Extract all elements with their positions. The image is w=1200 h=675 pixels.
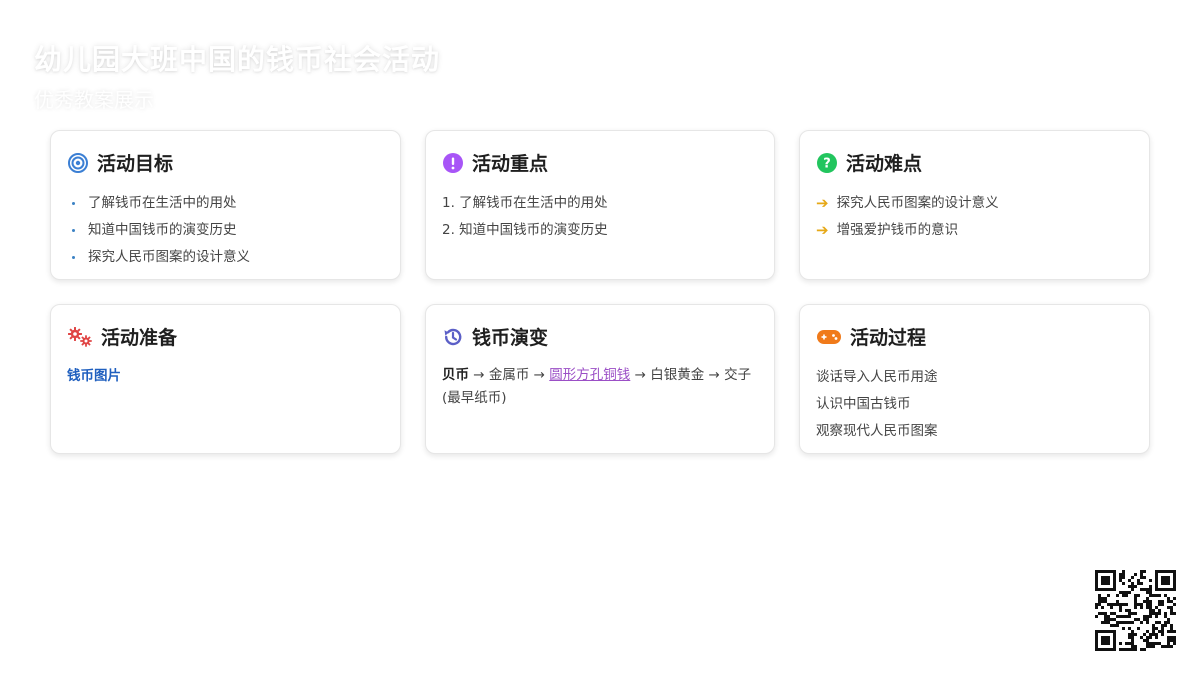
exclamation-icon <box>442 152 464 174</box>
card-goals-title: 活动目标 <box>97 153 174 175</box>
page-subtitle: 优秀教案展示 <box>34 88 154 112</box>
card-preparation: 活动准备 钱币图片 <box>50 304 401 454</box>
goals-list: 了解钱币在生活中的用处 知道中国钱币的演变历史 探究人民币图案的设计意义 <box>67 190 384 271</box>
question-icon: ? <box>816 152 838 174</box>
card-difficulties-title: 活动难点 <box>846 153 923 175</box>
list-item: ➔ 探究人民币图案的设计意义 <box>816 190 1133 217</box>
list-item: 观察现代人民币图案 <box>816 423 938 439</box>
difficulties-list: ➔ 探究人民币图案的设计意义 ➔ 增强爱护钱币的意识 <box>816 190 1133 244</box>
keypoints-list: 1. 了解钱币在生活中的用处 2. 知道中国钱币的演变历史 <box>442 190 758 244</box>
list-item: 知道中国钱币的演变历史 <box>67 217 384 244</box>
card-keypoints: 活动重点 1. 了解钱币在生活中的用处 2. 知道中国钱币的演变历史 <box>425 130 775 280</box>
svg-text:?: ? <box>823 156 831 171</box>
card-evolution: 钱币演变 贝币 → 金属币 → 圆形方孔铜钱 → 白银黄金 → 交子(最早纸币) <box>425 304 775 454</box>
process-list: 谈话导入人民币用途 认识中国古钱币 观察现代人民币图案 <box>816 364 1133 445</box>
card-keypoints-title: 活动重点 <box>472 153 549 175</box>
arrow-right-icon: ➔ <box>816 221 829 239</box>
evolution-link[interactable]: 圆形方孔铜钱 <box>549 367 630 383</box>
arrow-right-icon: ➔ <box>816 194 829 212</box>
list-item: 2. 知道中国钱币的演变历史 <box>442 222 608 238</box>
card-process-title: 活动过程 <box>850 327 927 349</box>
card-grid: 活动目标 了解钱币在生活中的用处 知道中国钱币的演变历史 探究人民币图案的设计意… <box>50 130 1150 454</box>
card-preparation-title: 活动准备 <box>101 327 178 349</box>
list-item: 了解钱币在生活中的用处 <box>67 190 384 217</box>
history-icon <box>442 326 464 348</box>
preparation-link[interactable]: 钱币图片 <box>67 364 384 384</box>
list-item: ➔ 增强爱护钱币的意识 <box>816 217 1133 244</box>
evolution-text: 贝币 → 金属币 → 圆形方孔铜钱 → 白银黄金 → 交子(最早纸币) <box>442 367 752 406</box>
gears-icon <box>67 326 93 348</box>
card-process: 活动过程 谈话导入人民币用途 认识中国古钱币 观察现代人民币图案 <box>799 304 1150 454</box>
list-item: 谈话导入人民币用途 <box>816 369 938 385</box>
page-title: 幼儿园大班中国的钱币社会活动 <box>34 43 441 76</box>
list-item: 1. 了解钱币在生活中的用处 <box>442 195 608 211</box>
card-goals: 活动目标 了解钱币在生活中的用处 知道中国钱币的演变历史 探究人民币图案的设计意… <box>50 130 401 280</box>
gamepad-icon <box>816 326 842 348</box>
target-icon <box>67 152 89 174</box>
list-item: 认识中国古钱币 <box>816 396 911 412</box>
list-item: 探究人民币图案的设计意义 <box>67 244 384 271</box>
card-evolution-title: 钱币演变 <box>472 327 549 349</box>
card-difficulties: ? 活动难点 ➔ 探究人民币图案的设计意义 ➔ 增强爱护钱币的意识 <box>799 130 1150 280</box>
qr-code-icon <box>1095 570 1176 651</box>
